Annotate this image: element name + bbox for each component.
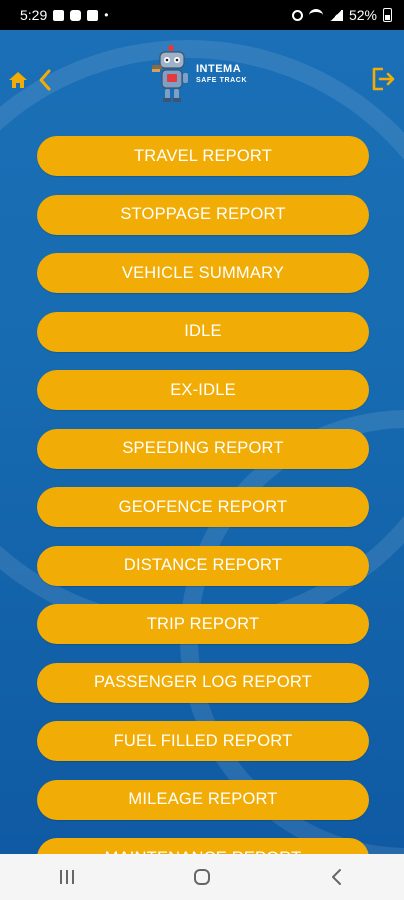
speeding-report-button[interactable]: SPEEDING REPORT [37,428,369,469]
logo-brand: INTEMA [196,63,242,75]
travel-report-button[interactable]: TRAVEL REPORT [37,136,369,176]
signal-icon [328,9,343,21]
logo-text: INTEMA SAFE TRACK [196,63,248,85]
back-nav-button[interactable] [307,854,367,900]
mileage-report-button[interactable]: MILEAGE REPORT [37,779,369,820]
more-notifications-dot: • [104,8,109,22]
recents-icon [60,870,75,884]
idle-button[interactable]: IDLE [37,311,369,352]
recents-button[interactable] [37,854,97,900]
battery-icon [383,8,392,22]
back-nav-icon [331,869,341,885]
back-icon[interactable] [36,68,54,92]
home-nav-icon [193,869,210,885]
app-screen: INTEMA SAFE TRACK TRAVEL REPORT STOPPAGE… [0,30,404,854]
geofence-report-button[interactable]: GEOFENCE REPORT [37,487,369,527]
android-nav-bar [0,854,404,900]
status-bar: 5:29 • 52% [0,0,404,30]
battery-text: 52% [348,7,377,23]
home-icon[interactable] [8,70,28,90]
ex-idle-button[interactable]: EX-IDLE [37,370,369,410]
fuel-filled-report-button[interactable]: FUEL FILLED REPORT [37,721,369,761]
passenger-log-report-button[interactable]: PASSENGER LOG REPORT [37,662,369,703]
maintenance-report-button[interactable]: MAINTENANCE REPORT [37,838,369,854]
home-nav-button[interactable] [172,854,232,900]
status-left: 5:29 • [20,7,108,23]
distance-report-button[interactable]: DISTANCE REPORT [37,545,369,586]
app-logo: INTEMA SAFE TRACK [150,44,260,104]
trip-report-button[interactable]: TRIP REPORT [37,604,369,644]
logo-subtitle: SAFE TRACK [196,77,248,84]
alarm-icon [291,9,303,21]
checkbox-notification-icon [87,9,99,21]
wifi-icon [308,8,323,22]
header: INTEMA SAFE TRACK [0,30,404,120]
status-time: 5:29 [20,7,48,23]
instagram-icon [70,9,82,21]
logout-icon[interactable] [370,66,396,92]
robot-mascot-icon [152,45,188,102]
notification-icon [53,9,65,21]
status-right: 52% [291,7,392,23]
vehicle-summary-button[interactable]: VEHICLE SUMMARY [37,253,369,293]
report-menu: TRAVEL REPORT STOPPAGE REPORT VEHICLE SU… [37,136,369,854]
stoppage-report-button[interactable]: STOPPAGE REPORT [37,194,369,235]
